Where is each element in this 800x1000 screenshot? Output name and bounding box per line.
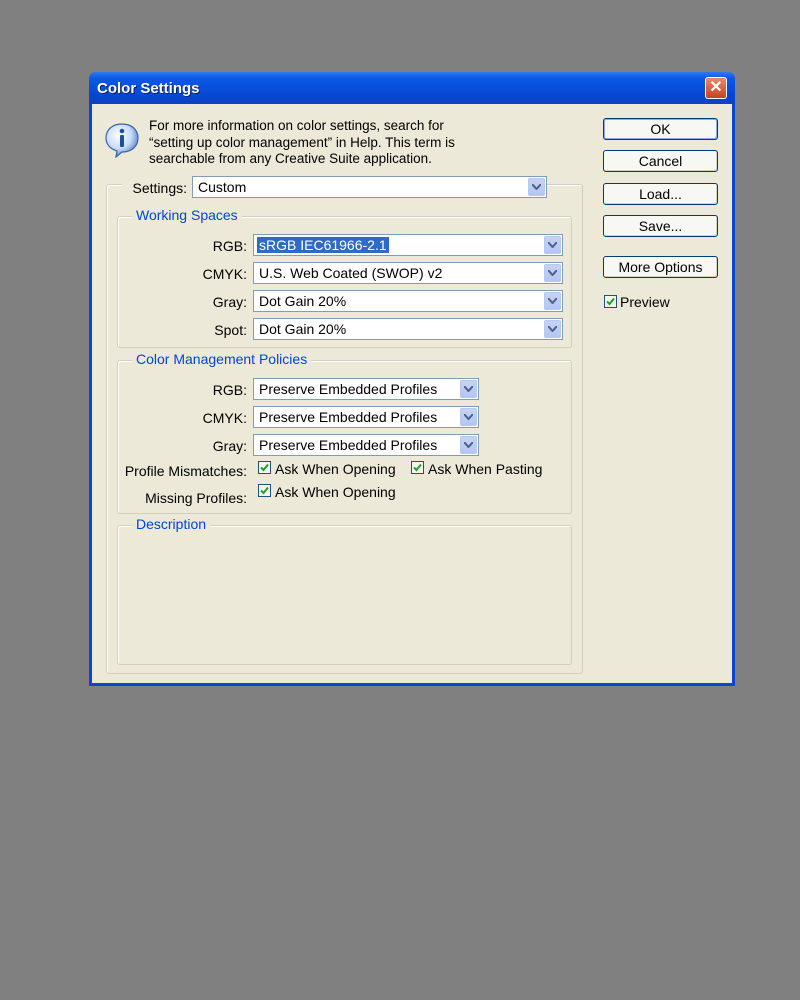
description-group: Description (117, 516, 572, 665)
preview-checkbox[interactable] (604, 295, 617, 308)
close-button[interactable]: ✕ (705, 77, 727, 99)
load-button[interactable]: Load... (603, 183, 718, 205)
mismatch-ask-pasting-label[interactable]: Ask When Pasting (428, 461, 542, 477)
chevron-down-icon[interactable] (528, 178, 545, 196)
dialog-body: For more information on color settings, … (92, 104, 732, 683)
title-bar[interactable]: Color Settings ✕ (89, 72, 735, 104)
ws-gray-label: Gray: (212, 294, 247, 310)
chevron-down-icon[interactable] (544, 292, 561, 310)
missing-ask-opening-label[interactable]: Ask When Opening (275, 484, 396, 500)
chevron-down-icon[interactable] (460, 408, 477, 426)
policy-cmyk-select[interactable]: Preserve Embedded Profiles (253, 406, 479, 428)
close-icon: ✕ (709, 79, 723, 96)
window-title: Color Settings (97, 80, 200, 97)
policy-rgb-select[interactable]: Preserve Embedded Profiles (253, 378, 479, 400)
info-line: “setting up color management” in Help. T… (149, 134, 455, 150)
description-legend: Description (132, 516, 211, 532)
profile-mismatches-label: Profile Mismatches: (124, 463, 247, 479)
chevron-down-icon[interactable] (460, 380, 477, 398)
chevron-down-icon[interactable] (544, 320, 561, 338)
ws-rgb-value: sRGB IEC61966-2.1 (256, 236, 390, 254)
chevron-down-icon[interactable] (544, 264, 561, 282)
missing-profiles-label: Missing Profiles: (145, 490, 247, 506)
policy-gray-value: Preserve Embedded Profiles (259, 437, 438, 453)
ws-spot-value: Dot Gain 20% (259, 321, 347, 337)
settings-select[interactable]: Custom (192, 176, 547, 198)
info-icon (105, 123, 139, 158)
ws-spot-select[interactable]: Dot Gain 20% (253, 318, 563, 340)
policies-legend: Color Management Policies (132, 351, 312, 367)
policy-rgb-value: Preserve Embedded Profiles (259, 381, 438, 397)
save-button[interactable]: Save... (603, 215, 718, 237)
ws-cmyk-value: U.S. Web Coated (SWOP) v2 (259, 265, 443, 281)
ws-rgb-label: RGB: (212, 238, 247, 254)
working-spaces-legend: Working Spaces (132, 207, 242, 223)
ws-gray-select[interactable]: Dot Gain 20% (253, 290, 563, 312)
policy-gray-label: Gray: (212, 438, 247, 454)
ws-cmyk-select[interactable]: U.S. Web Coated (SWOP) v2 (253, 262, 563, 284)
preview-label[interactable]: Preview (620, 294, 670, 310)
policy-cmyk-value: Preserve Embedded Profiles (259, 409, 438, 425)
info-line: searchable from any Creative Suite appli… (149, 151, 432, 166)
more-options-button[interactable]: More Options (603, 256, 718, 278)
settings-label: Settings: (122, 180, 191, 196)
policy-cmyk-label: CMYK: (202, 410, 247, 426)
settings-value: Custom (198, 179, 247, 195)
ok-button[interactable]: OK (603, 118, 718, 140)
policy-rgb-label: RGB: (212, 382, 247, 398)
policy-gray-select[interactable]: Preserve Embedded Profiles (253, 434, 479, 456)
cancel-button[interactable]: Cancel (603, 150, 718, 172)
ws-rgb-select[interactable]: sRGB IEC61966-2.1 (253, 234, 563, 256)
missing-ask-opening-checkbox[interactable] (258, 484, 271, 497)
ws-gray-value: Dot Gain 20% (259, 293, 347, 309)
chevron-down-icon[interactable] (460, 436, 477, 454)
chevron-down-icon[interactable] (544, 236, 561, 254)
info-line: For more information on color settings, … (149, 118, 444, 133)
info-text: For more information on color settings, … (149, 118, 529, 168)
ws-cmyk-label: CMYK: (202, 266, 247, 282)
ws-spot-label: Spot: (214, 322, 247, 338)
mismatch-ask-opening-checkbox[interactable] (258, 461, 271, 474)
mismatch-ask-opening-label[interactable]: Ask When Opening (275, 461, 396, 477)
mismatch-ask-pasting-checkbox[interactable] (411, 461, 424, 474)
color-settings-dialog: Color Settings ✕ For more information on… (89, 72, 735, 686)
